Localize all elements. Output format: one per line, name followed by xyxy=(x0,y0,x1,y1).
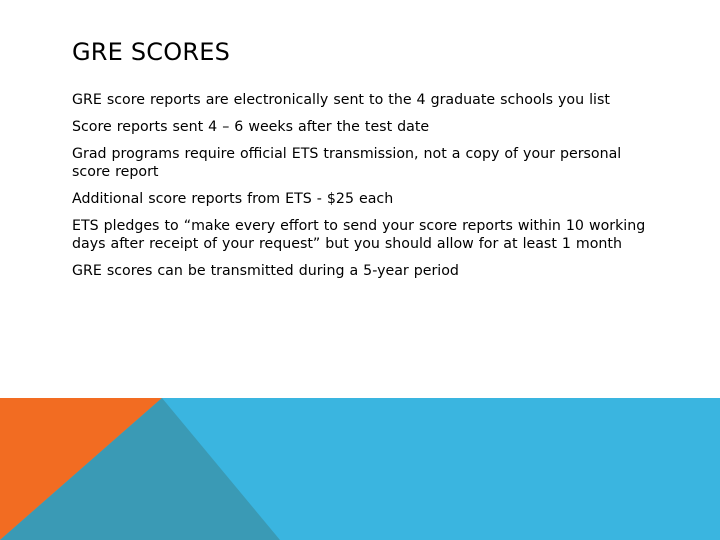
bullet-item: ETS pledges to “make every effort to sen… xyxy=(72,218,646,252)
banner-graphic xyxy=(0,398,720,540)
decorative-banner xyxy=(0,398,720,540)
bullet-item: Additional score reports from ETS - $25 … xyxy=(72,191,394,207)
bullet-item: Score reports sent 4 – 6 weeks after the… xyxy=(72,119,430,135)
slide-title: GRE SCORES xyxy=(72,38,231,66)
bullet-list: GRE score reports are electronically sen… xyxy=(72,91,652,289)
bullet-item: GRE score reports are electronically sen… xyxy=(72,92,610,108)
bullet-item: Grad programs require official ETS trans… xyxy=(72,146,622,180)
slide: GRE SCORES GRE score reports are electro… xyxy=(0,0,720,540)
bullet-item: GRE scores can be transmitted during a 5… xyxy=(72,263,459,279)
